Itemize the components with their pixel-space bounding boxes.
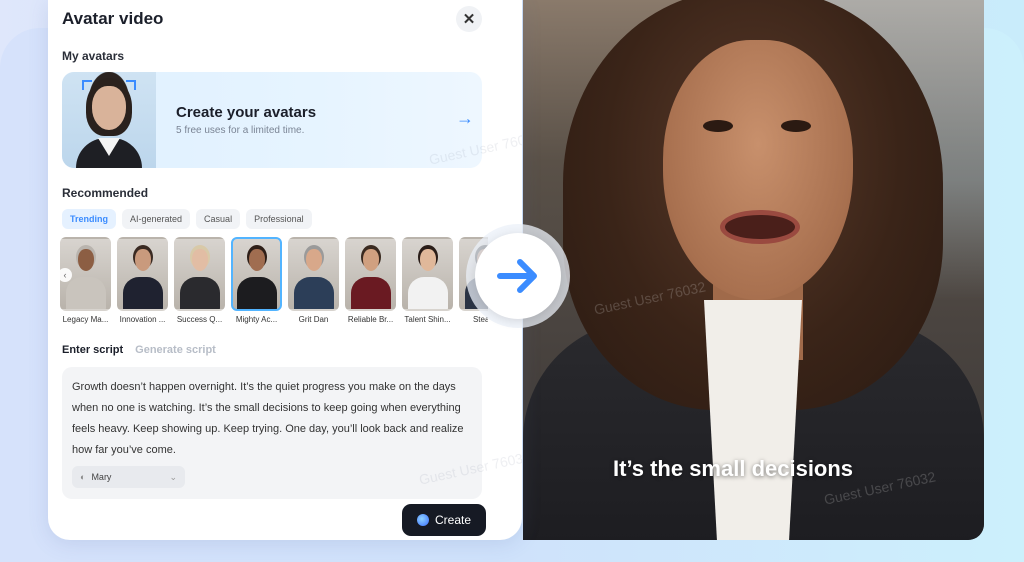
avatar-name: Talent Shin... (404, 315, 451, 324)
video-preview: Guest User 76032 Guest User 76032 It’s t… (523, 0, 984, 540)
presenter-eye-right (781, 120, 811, 132)
voice-icon: ◐ (80, 472, 86, 482)
tab-generate-script[interactable]: Generate script (135, 344, 216, 356)
panel-title: Avatar video (62, 9, 164, 28)
avatar-preview-image (62, 72, 156, 168)
tab-casual[interactable]: Casual (196, 209, 241, 229)
tab-enter-script[interactable]: Enter script (62, 344, 123, 356)
create-icon (416, 514, 429, 526)
avatar-name: Grit Dan (298, 315, 329, 324)
avatar-name: Mighty Ac... (235, 315, 278, 324)
tab-ai-generated[interactable]: AI-generated (122, 209, 191, 229)
avatar-thumbnail (402, 237, 453, 311)
arrow-right-icon: → (456, 108, 474, 128)
voice-name: Mary (91, 472, 112, 482)
create-avatars-title: Create your avatars (176, 104, 317, 121)
script-text[interactable]: Growth doesn’t happen overnight. It’s th… (72, 377, 472, 461)
avatar-video-panel: Avatar video ✕ My avatars Create your av… (48, 0, 522, 540)
close-icon: ✕ (462, 11, 476, 28)
avatar-thumbnail (174, 237, 225, 311)
avatar-option[interactable]: Legacy Ma... (60, 237, 111, 327)
presenter-face (663, 40, 853, 300)
avatar-thumbnail (288, 237, 339, 311)
chevron-left-icon[interactable]: ‹ (58, 268, 72, 282)
arrow-right-icon (497, 259, 537, 293)
avatar-option[interactable]: Innovation ... (117, 237, 168, 327)
script-tabs: Enter script Generate script (62, 344, 216, 356)
create-avatar-card[interactable]: Create your avatars 5 free uses for a li… (62, 72, 482, 168)
presenter-eye-left (703, 120, 733, 132)
voice-selector[interactable]: ◐ Mary ⌄ (72, 466, 185, 488)
tab-professional[interactable]: Professional (246, 209, 312, 229)
create-avatars-subtitle: 5 free uses for a limited time. (176, 125, 305, 136)
avatar-thumbnail (117, 237, 168, 311)
category-tabs: Trending AI-generated Casual Professiona… (62, 209, 312, 229)
avatar-carousel: Legacy Ma... Innovation ... Success Q... Mi… (60, 237, 488, 327)
presenter-mouth (720, 210, 800, 244)
avatar-name: Success Q... (176, 315, 223, 324)
avatar-name: Legacy Ma... (62, 315, 109, 324)
avatar-option[interactable]: Mighty Ac... (231, 237, 282, 327)
create-button-label: Create (434, 513, 472, 527)
video-caption: It’s the small decisions (613, 456, 854, 481)
tab-trending[interactable]: Trending (62, 209, 116, 229)
chevron-down-icon: ⌄ (169, 471, 177, 482)
avatar-option[interactable]: Grit Dan (288, 237, 339, 327)
avatar-name: Stea... (472, 315, 488, 324)
close-button[interactable]: ✕ (456, 6, 482, 32)
avatar-thumbnail (231, 237, 282, 311)
create-button[interactable]: Create (402, 504, 486, 536)
avatar-option[interactable]: Reliable Br... (345, 237, 396, 327)
my-avatars-label: My avatars (62, 49, 125, 63)
transition-arrow (466, 224, 570, 328)
avatar-option[interactable]: Success Q... (174, 237, 225, 327)
avatar-name: Reliable Br... (347, 315, 394, 324)
avatar-option[interactable]: Talent Shin... (402, 237, 453, 327)
avatar-thumbnail (345, 237, 396, 311)
avatar-name: Innovation ... (119, 315, 166, 324)
recommended-label: Recommended (62, 186, 149, 200)
